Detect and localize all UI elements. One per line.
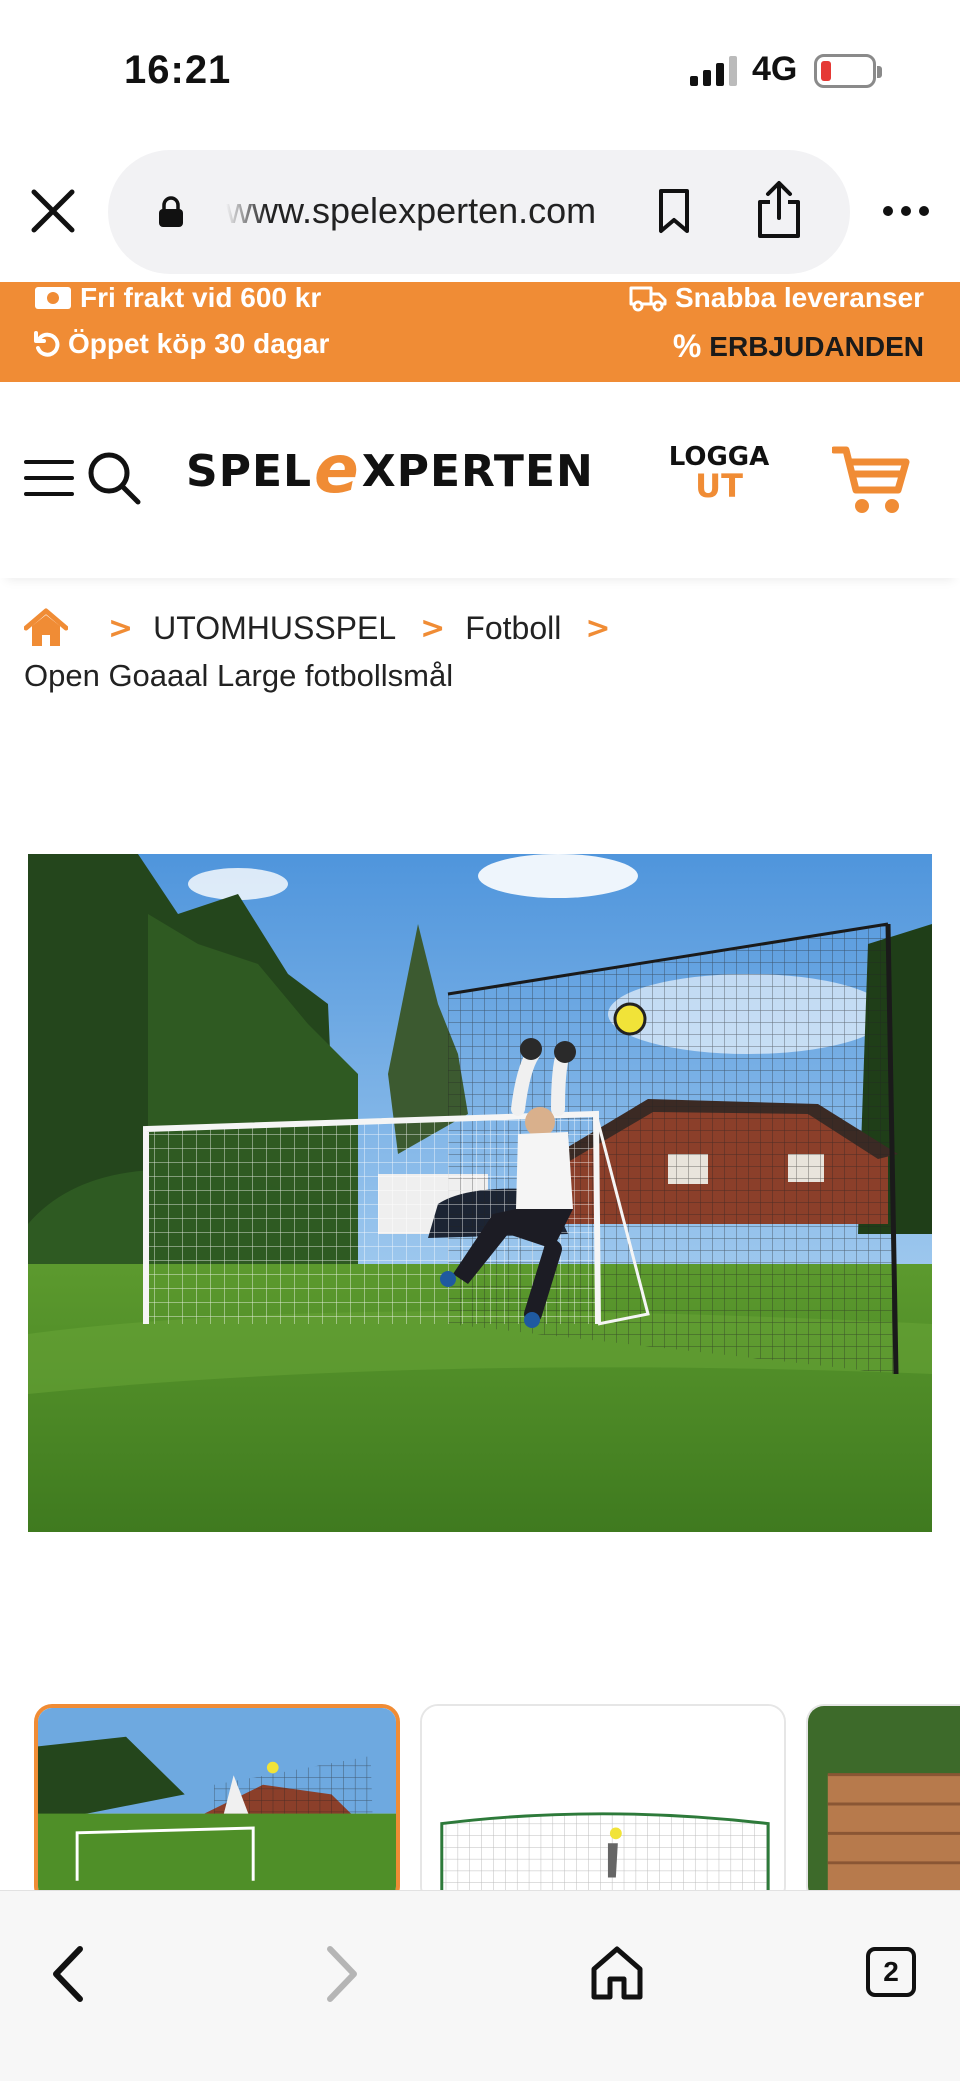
address-bar[interactable]: www.spelexperten.com [108,150,850,274]
offers-link[interactable]: % ERBJUDANDEN [673,328,924,365]
lock-icon [159,196,183,227]
chevron-right-icon: > [108,610,134,646]
percent-icon: % [672,328,702,364]
forward-icon[interactable] [322,1945,362,2003]
logo-text-spel: SPEL [186,445,313,497]
menu-icon[interactable] [24,458,74,498]
battery-icon [814,54,882,88]
logout-line2: UT [695,467,743,505]
search-icon[interactable] [86,450,142,506]
fast-delivery-text: Snabba leveranser [674,282,924,313]
cart-icon[interactable] [832,444,912,516]
logo-text-xperten: XPERTEN [361,445,594,497]
back-icon[interactable] [48,1945,88,2003]
offers-text[interactable]: ERBJUDANDEN [709,331,924,363]
chevron-right-icon: > [585,610,611,646]
more-icon[interactable] [882,196,930,226]
url-text[interactable]: www.spelexperten.com [226,190,646,232]
thumbnail-1[interactable] [34,1704,400,1890]
free-shipping-text: Fri frakt vid 600 kr [80,282,322,313]
thumbnail-2[interactable] [420,1704,786,1890]
home-icon[interactable] [24,608,68,648]
chevron-right-icon: > [420,610,446,646]
close-icon[interactable] [30,188,76,234]
thumbnail-strip [34,1704,960,1890]
return-icon [34,331,60,357]
open-purchase-text: Öppet köp 30 dagar [68,328,330,359]
browser-toolbar: 2 [0,1890,960,2081]
open-purchase-notice: Öppet köp 30 dagar [34,328,329,360]
tabs-button[interactable]: 2 [866,1947,916,1997]
fast-delivery-notice: Snabba leveranser [629,282,924,314]
logo-text-e: e [314,431,360,508]
product-image[interactable] [28,854,932,1532]
bookmark-icon[interactable] [656,188,692,234]
breadcrumb-current: Open Goaaal Large fotbollsmål [24,658,454,693]
breadcrumb-item-utomhusspel[interactable]: UTOMHUSSPEL [153,610,396,647]
status-bar: 16:21 4G [0,0,960,140]
site-header: SPEL e XPERTEN LOGGA UT [0,382,960,578]
status-time: 16:21 [124,48,232,92]
promo-bar: Fri frakt vid 600 kr Öppet köp 30 dagar … [0,282,960,382]
logout-button[interactable]: LOGGA UT [664,444,774,502]
home-icon[interactable] [590,1945,644,2001]
site-logo[interactable]: SPEL e XPERTEN [186,431,594,508]
thumbnail-3[interactable] [806,1704,960,1890]
breadcrumb: > UTOMHUSSPEL > Fotboll > Open Goaaal La… [24,604,944,694]
truck-icon [629,286,667,312]
signal-icon [690,56,737,86]
free-shipping-notice: Fri frakt vid 600 kr [34,282,321,314]
network-type: 4G [752,50,798,88]
breadcrumb-item-fotboll[interactable]: Fotboll [465,610,561,647]
share-icon[interactable] [754,180,804,240]
money-icon [35,287,71,309]
